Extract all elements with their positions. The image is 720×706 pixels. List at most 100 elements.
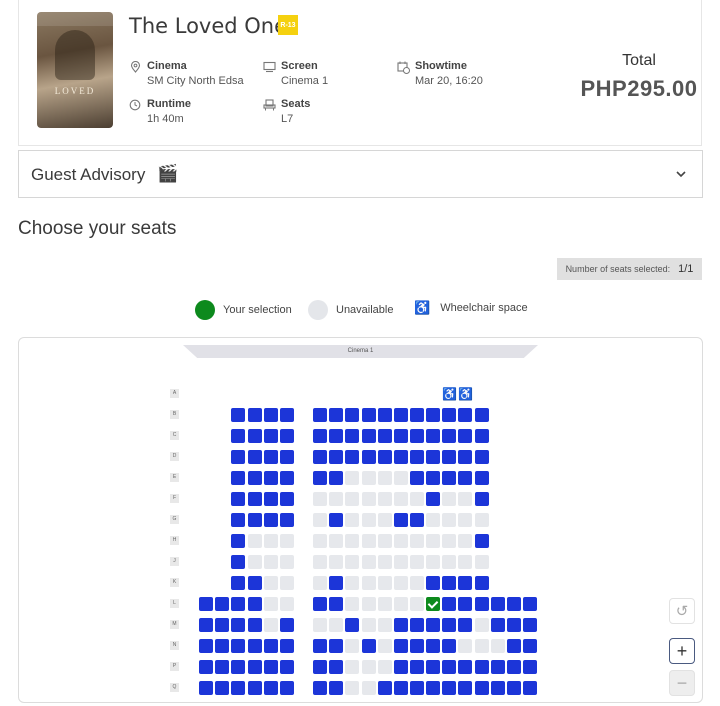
seat-available[interactable] xyxy=(248,450,262,464)
seat-available[interactable] xyxy=(426,681,440,695)
seat-available[interactable] xyxy=(523,660,537,674)
seat-available[interactable] xyxy=(231,450,245,464)
seat-available[interactable] xyxy=(329,450,343,464)
seat-available[interactable] xyxy=(458,471,472,485)
seat-available[interactable] xyxy=(394,618,408,632)
seat-available[interactable] xyxy=(280,513,294,527)
seat-available[interactable] xyxy=(248,513,262,527)
wheelchair-space-icon[interactable]: ♿ xyxy=(458,387,473,401)
seat-available[interactable] xyxy=(410,450,424,464)
seat-available[interactable] xyxy=(507,639,521,653)
seat-map[interactable] xyxy=(18,337,703,703)
seat-available[interactable] xyxy=(475,408,489,422)
seat-available[interactable] xyxy=(231,660,245,674)
seat-available[interactable] xyxy=(280,681,294,695)
seat-available[interactable] xyxy=(475,534,489,548)
seat-available[interactable] xyxy=(442,408,456,422)
seat-available[interactable] xyxy=(458,408,472,422)
seat-available[interactable] xyxy=(410,471,424,485)
seat-available[interactable] xyxy=(523,618,537,632)
seat-available[interactable] xyxy=(458,618,472,632)
zoom-out-button[interactable]: − xyxy=(669,670,695,696)
seat-available[interactable] xyxy=(329,660,343,674)
seat-available[interactable] xyxy=(394,639,408,653)
seat-available[interactable] xyxy=(458,576,472,590)
seat-available[interactable] xyxy=(231,492,245,506)
seat-available[interactable] xyxy=(378,450,392,464)
seat-available[interactable] xyxy=(313,429,327,443)
seat-available[interactable] xyxy=(248,492,262,506)
seat-available[interactable] xyxy=(248,618,262,632)
seat-available[interactable] xyxy=(345,408,359,422)
seat-available[interactable] xyxy=(313,681,327,695)
seat-available[interactable] xyxy=(426,408,440,422)
seat-available[interactable] xyxy=(329,513,343,527)
seat-available[interactable] xyxy=(442,576,456,590)
seat-available[interactable] xyxy=(231,681,245,695)
seat-available[interactable] xyxy=(248,471,262,485)
seat-available[interactable] xyxy=(231,408,245,422)
seat-available[interactable] xyxy=(442,618,456,632)
seat-available[interactable] xyxy=(475,576,489,590)
seat-available[interactable] xyxy=(313,660,327,674)
seat-available[interactable] xyxy=(507,681,521,695)
seat-available[interactable] xyxy=(264,492,278,506)
seat-available[interactable] xyxy=(458,597,472,611)
seat-available[interactable] xyxy=(362,450,376,464)
seat-available[interactable] xyxy=(426,660,440,674)
seat-available[interactable] xyxy=(231,513,245,527)
seat-available[interactable] xyxy=(199,597,213,611)
seat-available[interactable] xyxy=(491,660,505,674)
seat-available[interactable] xyxy=(491,597,505,611)
seat-available[interactable] xyxy=(313,471,327,485)
seat-available[interactable] xyxy=(475,429,489,443)
seat-available[interactable] xyxy=(394,681,408,695)
seat-available[interactable] xyxy=(410,660,424,674)
seat-available[interactable] xyxy=(475,471,489,485)
seat-available[interactable] xyxy=(280,618,294,632)
seat-available[interactable] xyxy=(442,429,456,443)
seat-available[interactable] xyxy=(264,513,278,527)
seat-available[interactable] xyxy=(378,408,392,422)
seat-available[interactable] xyxy=(523,597,537,611)
seat-available[interactable] xyxy=(264,429,278,443)
seat-available[interactable] xyxy=(475,660,489,674)
seat-available[interactable] xyxy=(329,408,343,422)
seat-available[interactable] xyxy=(231,555,245,569)
seat-available[interactable] xyxy=(280,471,294,485)
seat-available[interactable] xyxy=(378,681,392,695)
seat-available[interactable] xyxy=(458,660,472,674)
seat-available[interactable] xyxy=(280,492,294,506)
seat-available[interactable] xyxy=(231,471,245,485)
seat-available[interactable] xyxy=(280,639,294,653)
seat-available[interactable] xyxy=(199,639,213,653)
seat-available[interactable] xyxy=(507,618,521,632)
seat-available[interactable] xyxy=(199,660,213,674)
seat-available[interactable] xyxy=(329,471,343,485)
seat-available[interactable] xyxy=(231,618,245,632)
seat-available[interactable] xyxy=(491,681,505,695)
reset-view-button[interactable]: ↺ xyxy=(669,598,695,624)
seat-available[interactable] xyxy=(248,597,262,611)
seat-available[interactable] xyxy=(248,576,262,590)
seat-available[interactable] xyxy=(280,660,294,674)
seat-available[interactable] xyxy=(248,639,262,653)
seat-available[interactable] xyxy=(215,681,229,695)
seat-available[interactable] xyxy=(264,681,278,695)
guest-advisory-accordion[interactable]: Guest Advisory 🎬 xyxy=(18,150,703,198)
seat-available[interactable] xyxy=(426,576,440,590)
seat-available[interactable] xyxy=(458,681,472,695)
seat-available[interactable] xyxy=(199,618,213,632)
seat-available[interactable] xyxy=(475,492,489,506)
seat-available[interactable] xyxy=(442,597,456,611)
seat-available[interactable] xyxy=(458,450,472,464)
seat-available[interactable] xyxy=(523,681,537,695)
seat-available[interactable] xyxy=(394,429,408,443)
seat-available[interactable] xyxy=(442,660,456,674)
seat-available[interactable] xyxy=(426,429,440,443)
seat-available[interactable] xyxy=(442,681,456,695)
seat-available[interactable] xyxy=(329,681,343,695)
seat-available[interactable] xyxy=(475,450,489,464)
seat-available[interactable] xyxy=(248,429,262,443)
seat-available[interactable] xyxy=(215,597,229,611)
